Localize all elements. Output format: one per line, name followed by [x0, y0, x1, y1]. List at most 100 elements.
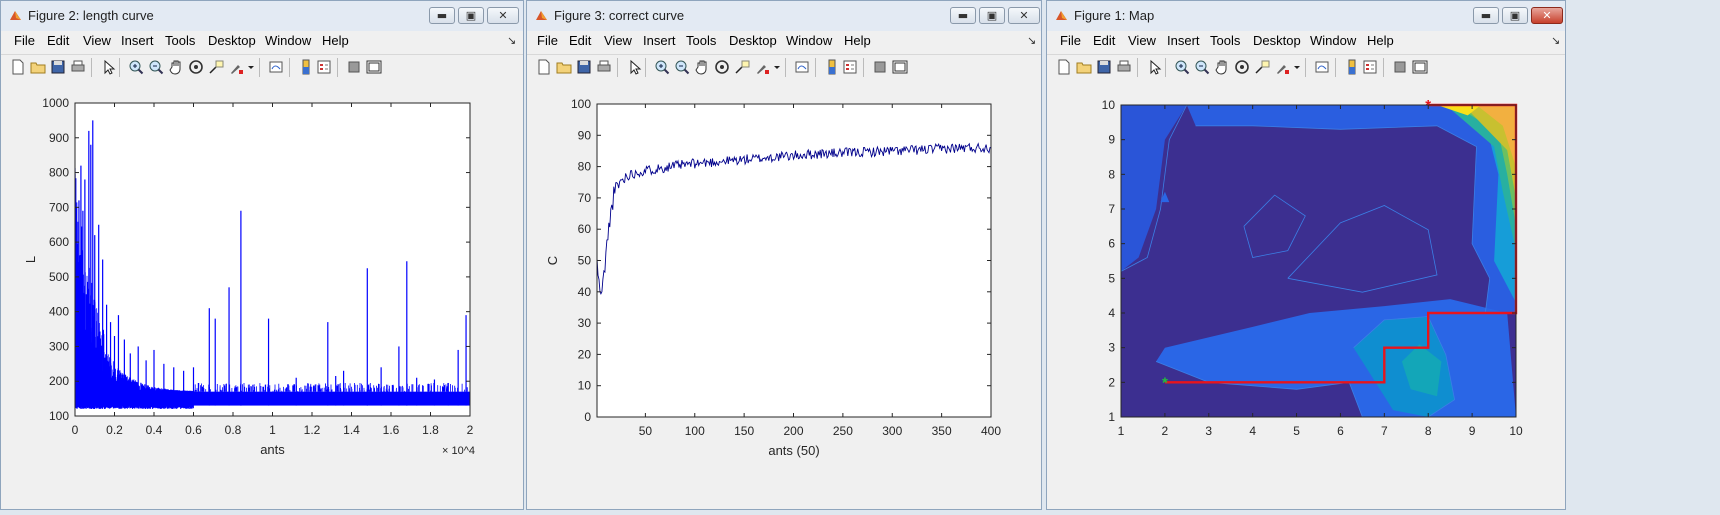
- toolbar-separator: [337, 58, 338, 77]
- open-file-icon[interactable]: [1075, 58, 1093, 76]
- select-arrow-icon[interactable]: [99, 58, 117, 76]
- new-figure-icon[interactable]: [9, 58, 27, 76]
- menu-edit[interactable]: Edit: [47, 33, 69, 48]
- close-button[interactable]: ✕: [1531, 7, 1563, 24]
- save-icon[interactable]: [575, 58, 593, 76]
- legend-icon[interactable]: [315, 58, 333, 76]
- maximize-button[interactable]: ▣: [979, 7, 1005, 24]
- select-arrow-icon[interactable]: [625, 58, 643, 76]
- legend-icon[interactable]: [1361, 58, 1379, 76]
- x-tick-label: 2: [467, 423, 474, 437]
- menu-file[interactable]: File: [537, 33, 558, 48]
- link-plot-icon[interactable]: [1313, 58, 1331, 76]
- brush-icon[interactable]: [753, 58, 771, 76]
- pan-hand-icon[interactable]: [1213, 58, 1231, 76]
- zoom-in-icon[interactable]: [653, 58, 671, 76]
- minimize-button[interactable]: ▬: [1473, 7, 1499, 24]
- brush-dropdown-icon[interactable]: [1293, 58, 1311, 76]
- zoom-in-icon[interactable]: [1173, 58, 1191, 76]
- zoom-out-icon[interactable]: [673, 58, 691, 76]
- hide-plot-tools-icon[interactable]: [345, 58, 363, 76]
- open-file-icon[interactable]: [555, 58, 573, 76]
- menu-view[interactable]: View: [604, 33, 632, 48]
- y-tick-label: 800: [49, 166, 69, 180]
- x-tick-label: 50: [639, 424, 653, 438]
- menu-insert[interactable]: Insert: [643, 33, 676, 48]
- zoom-out-icon[interactable]: [147, 58, 165, 76]
- menu-help[interactable]: Help: [844, 33, 871, 48]
- menu-tools[interactable]: Tools: [165, 33, 195, 48]
- menu-view[interactable]: View: [83, 33, 111, 48]
- pan-hand-icon[interactable]: [693, 58, 711, 76]
- dock-arrow-icon[interactable]: ↘: [1027, 34, 1036, 47]
- menu-file[interactable]: File: [1060, 33, 1081, 48]
- link-plot-icon[interactable]: [267, 58, 285, 76]
- data-cursor-icon[interactable]: [207, 58, 225, 76]
- open-file-icon[interactable]: [29, 58, 47, 76]
- colorbar-icon[interactable]: [1343, 58, 1361, 76]
- show-plot-tools-icon[interactable]: [891, 58, 909, 76]
- save-icon[interactable]: [49, 58, 67, 76]
- close-button[interactable]: ✕: [487, 7, 519, 24]
- menu-window[interactable]: Window: [265, 33, 311, 48]
- title-bar[interactable]: Figure 3: correct curve ▬ ▣ ✕: [527, 1, 1041, 31]
- show-plot-tools-icon[interactable]: [1411, 58, 1429, 76]
- show-plot-tools-icon[interactable]: [365, 58, 383, 76]
- pan-hand-icon[interactable]: [167, 58, 185, 76]
- menu-edit[interactable]: Edit: [569, 33, 591, 48]
- menu-help[interactable]: Help: [1367, 33, 1394, 48]
- link-plot-icon[interactable]: [793, 58, 811, 76]
- toolbar-separator: [815, 58, 816, 77]
- rotate-3d-icon[interactable]: [713, 58, 731, 76]
- menu-desktop[interactable]: Desktop: [729, 33, 777, 48]
- maximize-button[interactable]: ▣: [1502, 7, 1528, 24]
- menu-insert[interactable]: Insert: [121, 33, 154, 48]
- maximize-button[interactable]: ▣: [458, 7, 484, 24]
- x-tick-label: 7: [1381, 424, 1388, 438]
- rotate-3d-icon[interactable]: [1233, 58, 1251, 76]
- menu-desktop[interactable]: Desktop: [208, 33, 256, 48]
- data-cursor-icon[interactable]: [733, 58, 751, 76]
- menu-help[interactable]: Help: [322, 33, 349, 48]
- print-icon[interactable]: [595, 58, 613, 76]
- matlab-icon: [10, 11, 21, 20]
- colorbar-icon[interactable]: [297, 58, 315, 76]
- print-icon[interactable]: [69, 58, 87, 76]
- new-figure-icon[interactable]: [1055, 58, 1073, 76]
- dock-arrow-icon[interactable]: ↘: [507, 34, 516, 47]
- hide-plot-tools-icon[interactable]: [1391, 58, 1409, 76]
- menu-file[interactable]: File: [14, 33, 35, 48]
- menu-edit[interactable]: Edit: [1093, 33, 1115, 48]
- rotate-3d-icon[interactable]: [187, 58, 205, 76]
- title-bar[interactable]: Figure 1: Map ▬ ▣ ✕: [1047, 1, 1565, 31]
- menu-tools[interactable]: Tools: [1210, 33, 1240, 48]
- print-icon[interactable]: [1115, 58, 1133, 76]
- length-baseline-band: [189, 391, 471, 406]
- brush-icon[interactable]: [1273, 58, 1291, 76]
- menu-window[interactable]: Window: [1310, 33, 1356, 48]
- legend-icon[interactable]: [841, 58, 859, 76]
- data-cursor-icon[interactable]: [1253, 58, 1271, 76]
- menu-window[interactable]: Window: [786, 33, 832, 48]
- menu-insert[interactable]: Insert: [1167, 33, 1200, 48]
- brush-dropdown-icon[interactable]: [773, 58, 791, 76]
- menu-desktop[interactable]: Desktop: [1253, 33, 1301, 48]
- minimize-button[interactable]: ▬: [950, 7, 976, 24]
- new-figure-icon[interactable]: [535, 58, 553, 76]
- minimize-button[interactable]: ▬: [429, 7, 455, 24]
- dock-arrow-icon[interactable]: ↘: [1551, 34, 1560, 47]
- menu-tools[interactable]: Tools: [686, 33, 716, 48]
- colorbar-icon[interactable]: [823, 58, 841, 76]
- save-icon[interactable]: [1095, 58, 1113, 76]
- x-axis-label: ants: [260, 442, 285, 457]
- zoom-out-icon[interactable]: [1193, 58, 1211, 76]
- close-button[interactable]: ✕: [1008, 7, 1040, 24]
- brush-icon[interactable]: [227, 58, 245, 76]
- select-arrow-icon[interactable]: [1145, 58, 1163, 76]
- menu-view[interactable]: View: [1128, 33, 1156, 48]
- x-tick-label: 150: [734, 424, 754, 438]
- zoom-in-icon[interactable]: [127, 58, 145, 76]
- brush-dropdown-icon[interactable]: [247, 58, 265, 76]
- hide-plot-tools-icon[interactable]: [871, 58, 889, 76]
- title-bar[interactable]: Figure 2: length curve ▬ ▣ ✕: [1, 1, 523, 31]
